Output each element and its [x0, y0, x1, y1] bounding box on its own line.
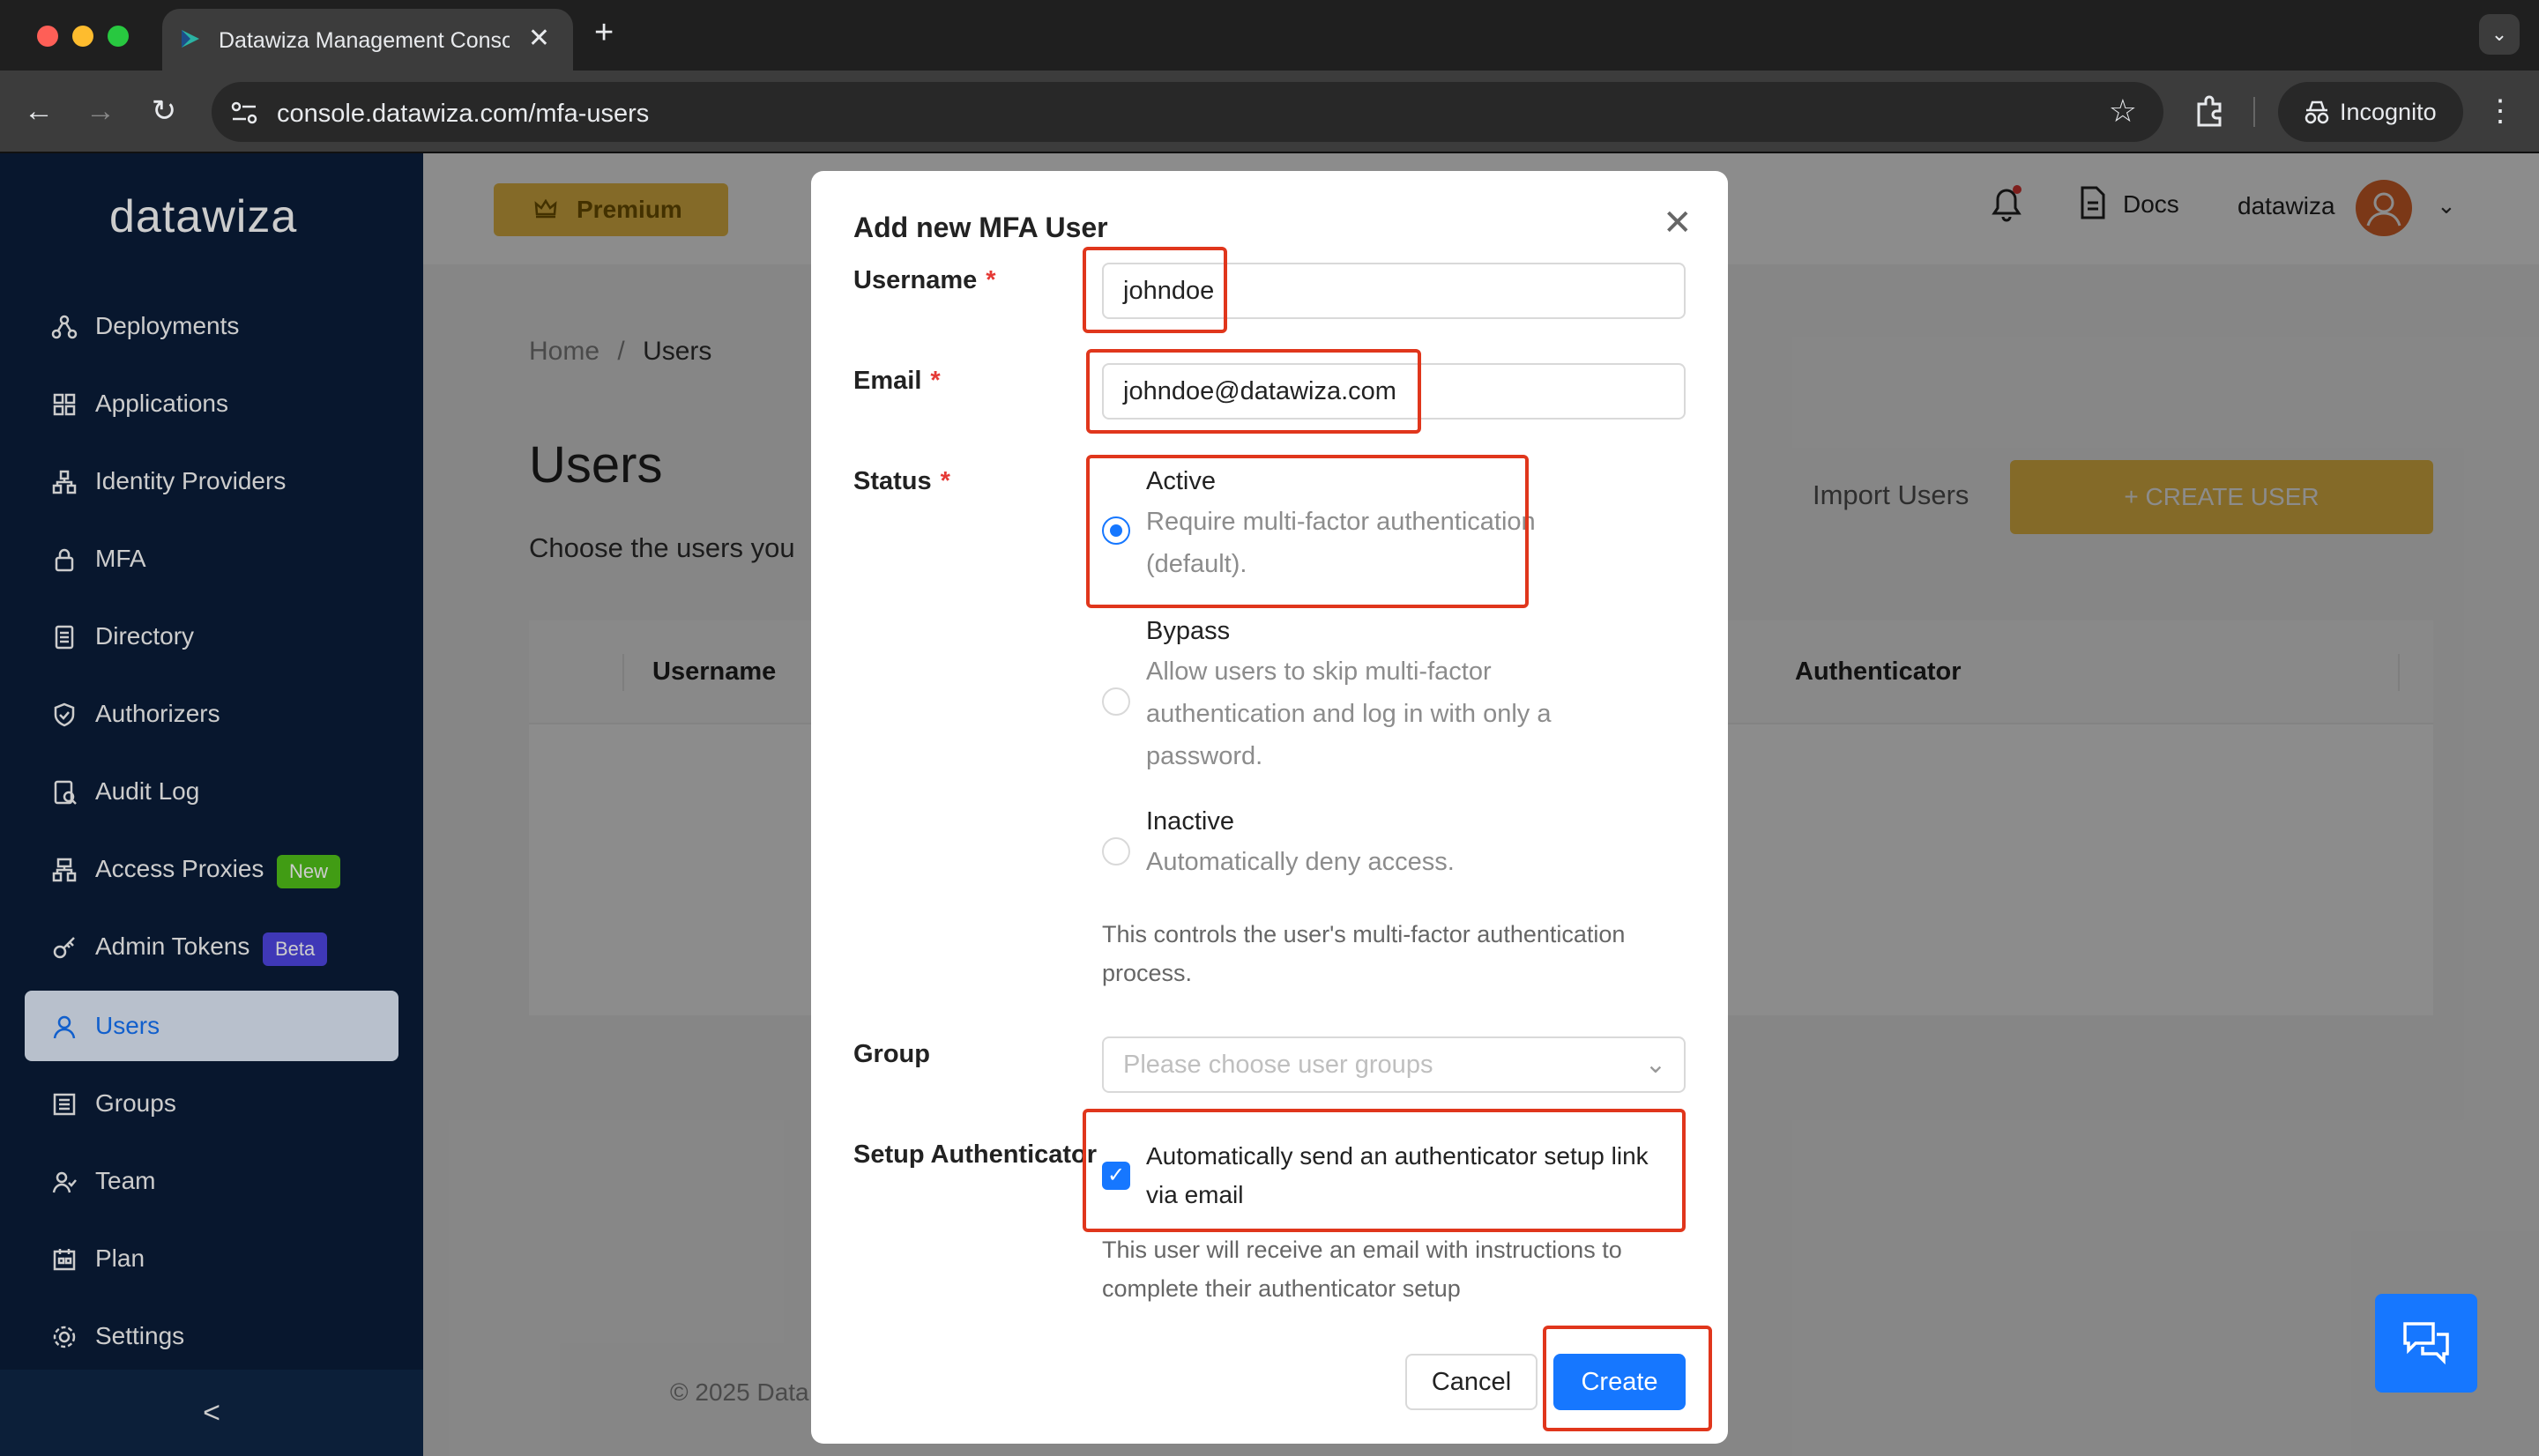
status-option-desc: Allow users to skip multi-factor authent… — [1146, 657, 1552, 770]
bookmark-star-icon[interactable]: ☆ — [2109, 93, 2137, 130]
username-label: Username * — [853, 266, 996, 295]
email-label-text: Email — [853, 367, 922, 395]
incognito-icon — [2304, 100, 2329, 124]
browser-menu-icon[interactable]: ⋮ — [2483, 93, 2518, 129]
status-label: Status * — [853, 467, 950, 496]
address-bar[interactable]: console.datawiza.com/mfa-users ☆ — [212, 82, 2163, 142]
toolbar-divider — [2253, 97, 2255, 127]
status-option-desc: Automatically deny access. — [1146, 848, 1455, 876]
group-placeholder: Please choose user groups — [1123, 1051, 1433, 1079]
dialog-title: Add new MFA User — [853, 212, 1108, 243]
site-settings-icon[interactable] — [231, 101, 257, 124]
close-window-button[interactable] — [37, 26, 58, 47]
status-inactive-radio[interactable] — [1102, 837, 1130, 865]
tab-title: Datawiza Management Conso — [219, 28, 510, 53]
group-label: Group — [853, 1040, 930, 1068]
incognito-label: Incognito — [2340, 99, 2437, 125]
browser-toolbar: ← → ↻ console.datawiza.com/mfa-users ☆ I… — [0, 71, 2539, 153]
username-label-text: Username — [853, 266, 978, 294]
setup-help-text: This user will receive an email with ins… — [1102, 1237, 1622, 1302]
forward-arrow-icon[interactable]: → — [83, 93, 118, 129]
new-tab-icon[interactable]: + — [594, 14, 614, 52]
status-bypass-radio[interactable] — [1102, 687, 1130, 716]
sidebar-backdrop — [0, 153, 423, 1456]
chat-support-button[interactable] — [2375, 1294, 2477, 1393]
chat-icon — [2403, 1322, 2449, 1365]
url-text: console.datawiza.com/mfa-users — [277, 100, 650, 128]
create-highlight-box — [1543, 1326, 1712, 1431]
status-active-highlight-box — [1086, 455, 1529, 608]
required-mark: * — [940, 467, 950, 495]
browser-tab-bar: Datawiza Management Conso ✕ + ⌄ — [0, 0, 2539, 71]
maximize-window-button[interactable] — [108, 26, 129, 47]
username-highlight-box — [1083, 247, 1227, 333]
status-help-text: This controls the user's multi-factor au… — [1102, 921, 1626, 986]
close-icon[interactable]: ✕ — [1663, 203, 1693, 243]
close-tab-icon[interactable]: ✕ — [528, 23, 550, 54]
group-select[interactable]: Please choose user groups ⌄ — [1102, 1036, 1686, 1093]
status-option-title: Inactive — [1146, 807, 1234, 836]
email-label: Email * — [853, 367, 941, 396]
reload-icon[interactable]: ↻ — [146, 93, 182, 129]
datawiza-favicon-icon — [182, 30, 199, 48]
status-label-text: Status — [853, 467, 932, 495]
setup-authenticator-label: Setup Authenticator — [853, 1140, 1098, 1169]
chevron-down-icon: ⌄ — [1644, 1051, 1666, 1079]
extensions-puzzle-icon[interactable] — [2192, 93, 2227, 129]
setup-authenticator-highlight-box — [1083, 1109, 1686, 1232]
tab-search-chevron-icon[interactable]: ⌄ — [2479, 14, 2520, 55]
status-option-title: Bypass — [1146, 617, 1231, 645]
required-mark: * — [930, 367, 941, 395]
cancel-button[interactable]: Cancel — [1405, 1354, 1538, 1410]
browser-tab[interactable]: Datawiza Management Conso ✕ — [162, 9, 573, 71]
back-arrow-icon[interactable]: ← — [21, 93, 56, 129]
email-highlight-box — [1086, 349, 1421, 434]
minimize-window-button[interactable] — [72, 26, 93, 47]
incognito-indicator[interactable]: Incognito — [2278, 82, 2463, 142]
add-mfa-user-dialog: Add new MFA User ✕ Username * johndoe Ema… — [811, 171, 1728, 1444]
required-mark: * — [986, 266, 996, 294]
